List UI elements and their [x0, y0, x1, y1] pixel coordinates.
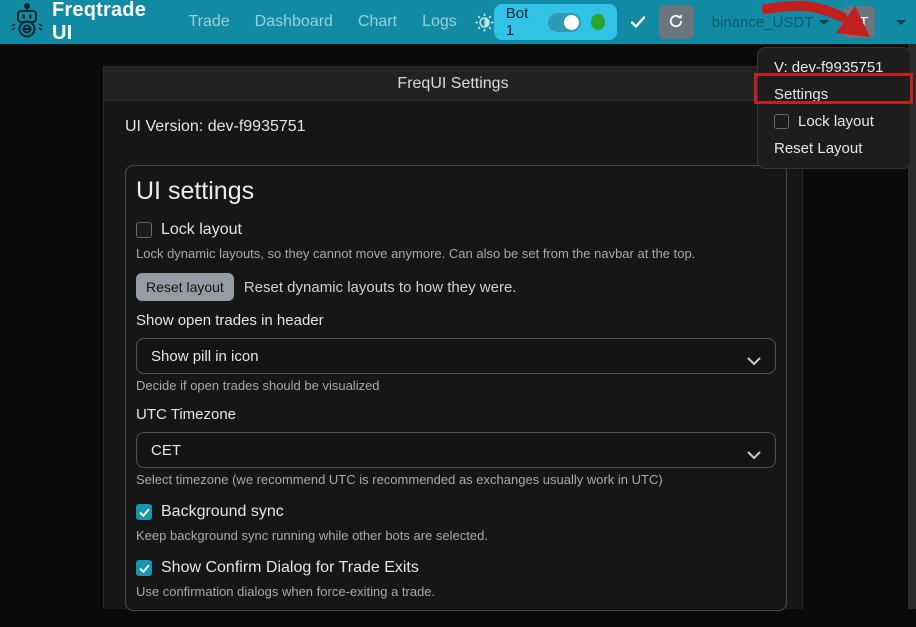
lock-layout-checkbox[interactable]	[136, 222, 152, 238]
settings-card: FreqUI Settings UI Version: dev-f9935751…	[103, 66, 803, 609]
chevron-down-icon	[747, 447, 761, 464]
timezone-label: UTC Timezone	[136, 406, 776, 424]
background-sync-row: Background sync	[136, 502, 776, 522]
reset-layout-button[interactable]: Reset layout	[136, 273, 234, 301]
background-sync-checkbox[interactable]	[136, 504, 152, 520]
chevron-down-icon	[819, 20, 829, 25]
menu-item-version[interactable]: V: dev-f9935751	[758, 54, 910, 81]
lock-layout-help: Lock dynamic layouts, so they cannot mov…	[136, 246, 776, 262]
open-trades-select[interactable]: Show pill in icon	[136, 338, 776, 374]
nav-links: Trade Dashboard Chart Logs	[188, 13, 456, 31]
nav-link-chart[interactable]: Chart	[358, 13, 397, 31]
nav-link-trade[interactable]: Trade	[188, 13, 229, 31]
open-trades-label: Show open trades in header	[136, 312, 776, 330]
user-initials: FT	[850, 14, 868, 31]
ui-version-text: UI Version: dev-f9935751	[125, 117, 781, 137]
navbar: Freqtrade UI Trade Dashboard Chart Logs …	[0, 0, 916, 44]
brand[interactable]: Freqtrade UI	[10, 0, 164, 45]
confirm-dialog-row: Show Confirm Dialog for Trade Exits	[136, 558, 776, 578]
bot-name: Bot 1	[506, 5, 538, 39]
bot-enable-toggle[interactable]	[548, 13, 581, 32]
navbar-right: Bot 1 binance_USDT FT	[494, 4, 906, 40]
timezone-help: Select timezone (we recommend UTC is rec…	[136, 472, 776, 488]
lock-layout-label[interactable]: Lock layout	[161, 221, 242, 239]
refresh-button[interactable]	[659, 5, 693, 39]
theme-toggle-icon[interactable]	[475, 13, 494, 32]
refresh-icon	[668, 13, 684, 32]
user-menu-button[interactable]: FT	[843, 6, 875, 38]
background-sync-label[interactable]: Background sync	[161, 503, 284, 521]
check-icon	[631, 16, 645, 28]
nav-link-dashboard[interactable]: Dashboard	[255, 13, 333, 31]
bot-online-status-dot	[591, 14, 606, 30]
exchange-dropdown[interactable]: binance_USDT	[712, 14, 830, 31]
menu-item-settings[interactable]: Settings	[758, 81, 910, 108]
page-title: FreqUI Settings	[397, 75, 508, 93]
freqtrade-robot-logo-icon	[10, 2, 44, 43]
reset-layout-help: Reset dynamic layouts to how they were.	[244, 279, 517, 296]
settings-card-header: FreqUI Settings	[104, 67, 802, 101]
lock-layout-row: Lock layout	[136, 220, 776, 240]
bot-selector-pill[interactable]: Bot 1	[494, 4, 618, 40]
confirm-dialog-help: Use confirmation dialogs when force-exit…	[136, 584, 776, 600]
chevron-down-icon	[747, 353, 761, 370]
nav-link-logs[interactable]: Logs	[422, 13, 457, 31]
background-sync-help: Keep background sync running while other…	[136, 528, 776, 544]
timezone-select[interactable]: CET	[136, 432, 776, 468]
lock-layout-menu-label: Lock layout	[798, 112, 874, 131]
user-menu-caret-icon	[896, 20, 906, 25]
settings-card-body: UI Version: dev-f9935751 UI settings Loc…	[104, 101, 802, 627]
menu-item-reset-layout[interactable]: Reset Layout	[758, 135, 910, 162]
user-dropdown-menu: V: dev-f9935751 Settings Lock layout Res…	[757, 47, 911, 169]
timezone-selected-value: CET	[151, 442, 181, 459]
lock-layout-menu-checkbox[interactable]	[774, 114, 789, 129]
app-title: Freqtrade UI	[52, 0, 164, 45]
open-trades-selected-value: Show pill in icon	[151, 348, 259, 365]
open-trades-help: Decide if open trades should be visualiz…	[136, 378, 776, 394]
confirm-dialog-label[interactable]: Show Confirm Dialog for Trade Exits	[161, 559, 419, 577]
menu-item-lock-layout[interactable]: Lock layout	[758, 108, 910, 135]
exchange-name: binance_USDT	[712, 14, 814, 31]
ui-settings-section: UI settings Lock layout Lock dynamic lay…	[125, 165, 787, 611]
section-title: UI settings	[136, 176, 776, 206]
reset-layout-row: Reset layout Reset dynamic layouts to ho…	[136, 272, 776, 302]
confirm-dialog-checkbox[interactable]	[136, 560, 152, 576]
